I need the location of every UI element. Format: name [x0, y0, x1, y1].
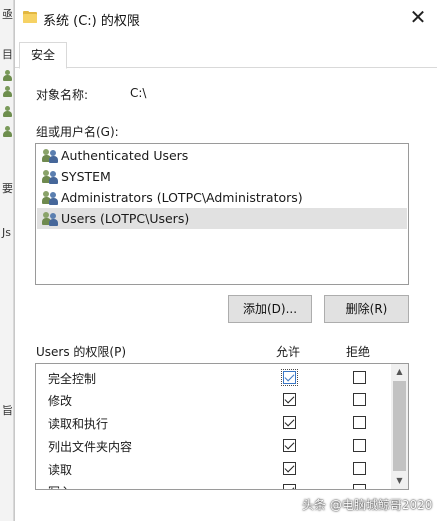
permissions-dialog: 系统 (C:) 的权限 ✕ 安全 对象名称: C:\ 组或用户名(G): Aut…	[14, 0, 437, 521]
list-item[interactable]: Authenticated Users	[37, 145, 407, 166]
permission-row: 完全控制	[36, 367, 390, 390]
allow-checkbox[interactable]	[283, 416, 296, 429]
object-name-value: C:\	[130, 86, 147, 100]
remove-button[interactable]: 删除(R)	[324, 295, 409, 323]
user-icon	[3, 106, 12, 117]
permission-name: 修改	[48, 394, 73, 408]
permission-name: 读取和执行	[48, 417, 109, 431]
permission-row: 修改	[36, 389, 390, 412]
permissions-label: Users 的权限(P)	[36, 345, 127, 359]
user-icon	[3, 126, 12, 137]
window-title: 系统 (C:) 的权限	[43, 14, 140, 29]
list-item-label: SYSTEM	[61, 169, 111, 184]
groups-listbox[interactable]: Authenticated Users SYSTEM Administrator…	[35, 143, 409, 285]
user-icon	[3, 70, 12, 81]
background-glyph: 要	[2, 182, 13, 195]
list-item-label: Users (LOTPC\Users)	[61, 211, 190, 226]
user-group-icon	[42, 212, 60, 226]
folder-icon	[23, 11, 37, 23]
list-item-label: Administrators (LOTPC\Administrators)	[61, 190, 303, 205]
background-window-edge: 亟 目 要 Js 旨	[0, 0, 14, 521]
list-item[interactable]: SYSTEM	[37, 166, 407, 187]
permission-name: 完全控制	[48, 372, 97, 386]
background-glyph: 目	[2, 48, 13, 61]
allow-checkbox[interactable]	[281, 369, 298, 386]
permission-row: 列出文件夹内容	[36, 435, 390, 458]
list-item-selected[interactable]: Users (LOTPC\Users)	[37, 208, 407, 229]
permission-name: 列出文件夹内容	[48, 440, 133, 454]
list-item[interactable]: Administrators (LOTPC\Administrators)	[37, 187, 407, 208]
deny-checkbox[interactable]	[353, 462, 366, 475]
close-button[interactable]: ✕	[404, 4, 432, 32]
title-bar[interactable]: 系统 (C:) 的权限 ✕	[15, 0, 437, 36]
allow-checkbox[interactable]	[283, 462, 296, 475]
permission-row: 读取	[36, 458, 390, 481]
background-glyph: Js	[2, 226, 11, 239]
permission-row: 读取和执行	[36, 412, 390, 435]
groups-label: 组或用户名(G):	[36, 125, 119, 139]
scroll-thumb[interactable]	[393, 381, 406, 471]
vertical-scrollbar[interactable]: ▲ ▼	[391, 364, 408, 489]
watermark: 头条 @电脑城鲸哥2020	[302, 498, 433, 512]
add-button[interactable]: 添加(D)...	[228, 295, 312, 323]
deny-checkbox[interactable]	[353, 439, 366, 452]
deny-checkbox[interactable]	[353, 416, 366, 429]
user-group-icon	[42, 170, 60, 184]
deny-column-header: 拒绝	[346, 345, 371, 359]
object-name-label: 对象名称:	[36, 88, 89, 102]
allow-checkbox[interactable]	[283, 484, 296, 489]
user-group-icon	[42, 149, 60, 163]
permissions-list: 完全控制 修改 读取和执行 列出文件夹内容 读取 写入	[35, 363, 409, 490]
tab-security[interactable]: 安全	[19, 42, 67, 69]
list-item-label: Authenticated Users	[61, 148, 189, 163]
tab-strip: 安全	[15, 42, 437, 69]
user-icon	[3, 86, 12, 97]
background-glyph: 旨	[2, 404, 13, 417]
permission-name: 读取	[48, 463, 73, 477]
permission-name: 写入	[48, 483, 72, 489]
deny-checkbox[interactable]	[353, 393, 366, 406]
allow-checkbox[interactable]	[283, 393, 296, 406]
background-glyph: 亟	[2, 8, 13, 21]
user-group-icon	[42, 191, 60, 205]
deny-checkbox[interactable]	[353, 371, 366, 384]
scroll-up-arrow-icon[interactable]: ▲	[391, 364, 408, 380]
permission-row: 写入	[36, 480, 390, 489]
allow-checkbox[interactable]	[283, 439, 296, 452]
allow-column-header: 允许	[276, 345, 301, 359]
scroll-down-arrow-icon[interactable]: ▼	[391, 473, 408, 489]
deny-checkbox[interactable]	[353, 484, 366, 489]
